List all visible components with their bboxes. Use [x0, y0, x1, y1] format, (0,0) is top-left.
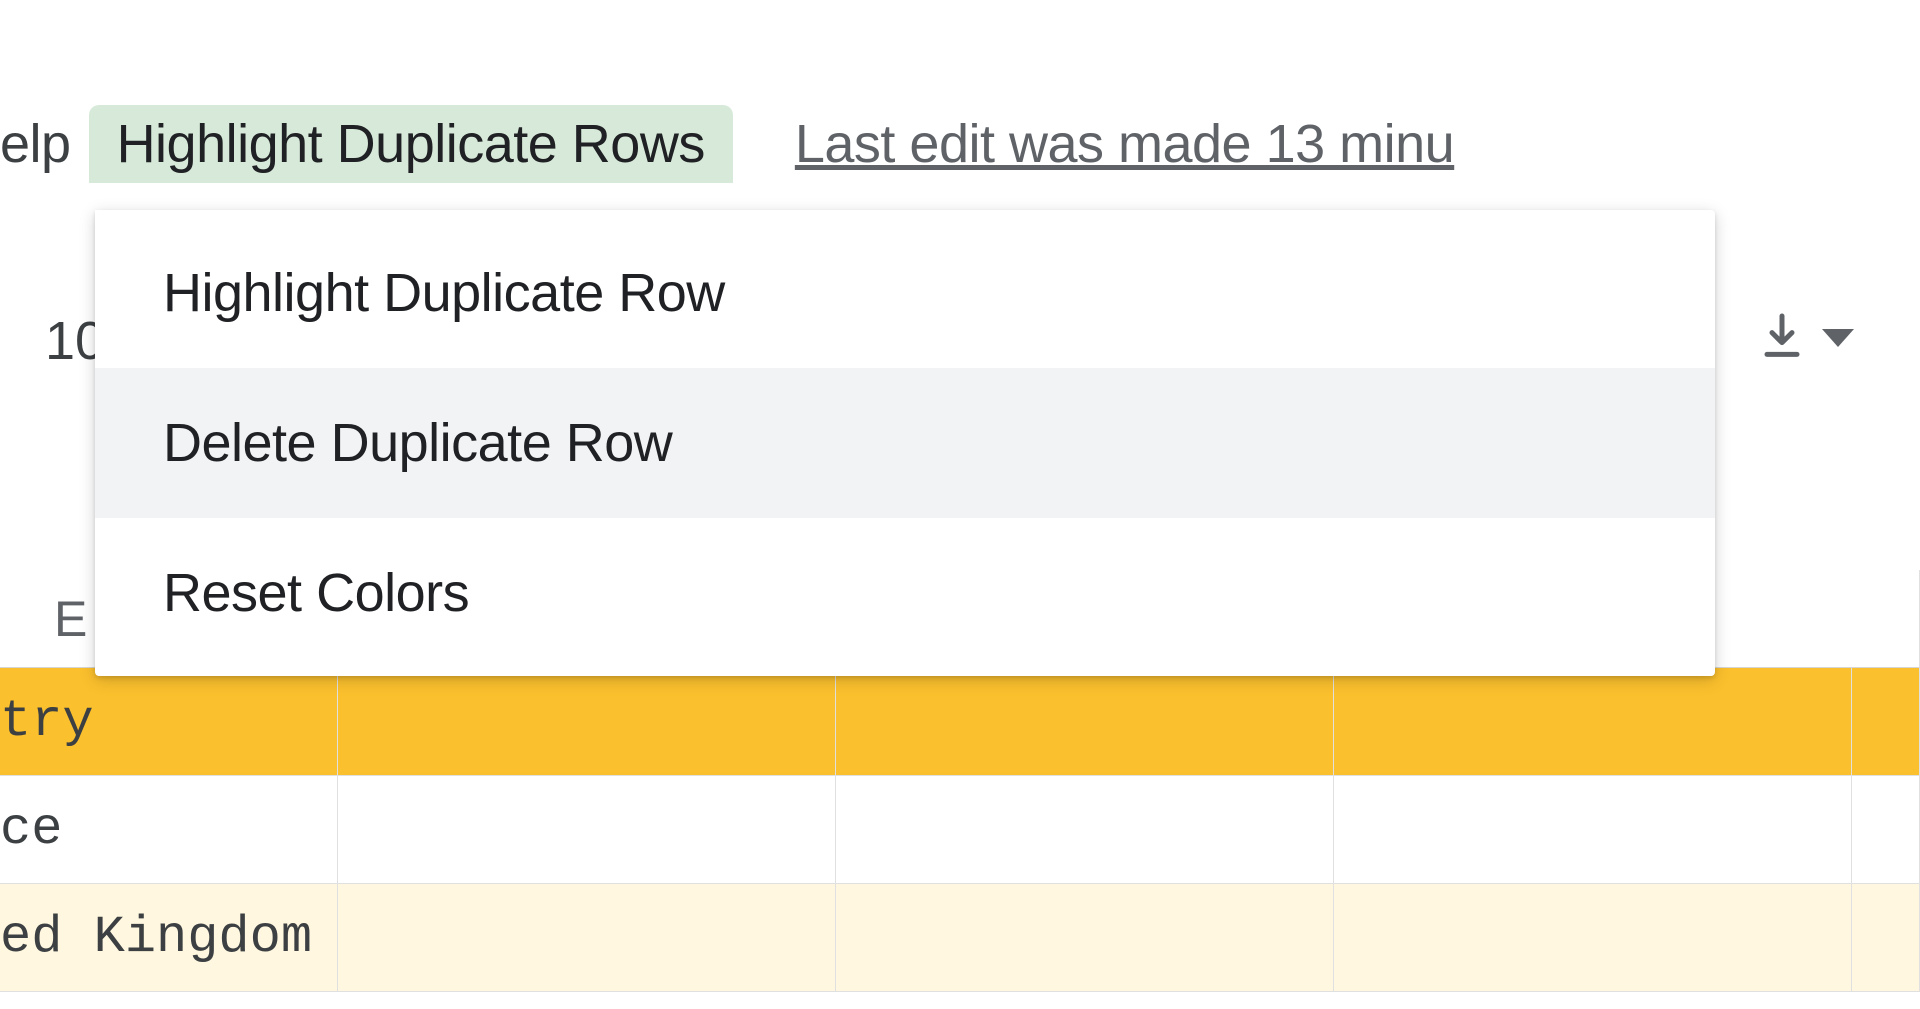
cell[interactable]: ce	[0, 776, 338, 884]
cell[interactable]	[338, 776, 836, 884]
menu-item-highlight-duplicate-rows[interactable]: Highlight Duplicate Rows	[89, 105, 733, 183]
cell[interactable]	[836, 668, 1334, 776]
cell[interactable]	[1852, 884, 1920, 992]
cell[interactable]	[1334, 884, 1852, 992]
cell[interactable]	[1852, 668, 1920, 776]
dropdown-menu: Highlight Duplicate Row Delete Duplicate…	[95, 210, 1715, 676]
cell[interactable]	[836, 884, 1334, 992]
column-header-e[interactable]: E	[0, 570, 105, 668]
dropdown-item-highlight-duplicate-row[interactable]: Highlight Duplicate Row	[95, 218, 1715, 368]
cell[interactable]	[1852, 776, 1920, 884]
cell[interactable]	[338, 884, 836, 992]
last-edit-link[interactable]: Last edit was made 13 minu	[795, 113, 1454, 175]
cell[interactable]	[1334, 668, 1852, 776]
menu-bar: elp Highlight Duplicate Rows Last edit w…	[0, 105, 1454, 183]
table-row[interactable]: ce	[0, 776, 1920, 884]
menu-item-help[interactable]: elp	[0, 113, 89, 175]
dropdown-item-delete-duplicate-row[interactable]: Delete Duplicate Row	[95, 368, 1715, 518]
toolbar-icon-group	[1762, 312, 1854, 360]
spreadsheet-rows: try ce ed Kingdom	[0, 668, 1920, 992]
cell[interactable]: try	[0, 668, 338, 776]
table-row[interactable]: try	[0, 668, 1920, 776]
download-icon[interactable]	[1762, 312, 1802, 360]
table-row[interactable]: ed Kingdom	[0, 884, 1920, 992]
chevron-down-icon[interactable]	[1822, 329, 1854, 347]
cell[interactable]: ed Kingdom	[0, 884, 338, 992]
cell[interactable]	[836, 776, 1334, 884]
cell[interactable]	[1334, 776, 1852, 884]
dropdown-item-reset-colors[interactable]: Reset Colors	[95, 518, 1715, 668]
cell[interactable]	[338, 668, 836, 776]
